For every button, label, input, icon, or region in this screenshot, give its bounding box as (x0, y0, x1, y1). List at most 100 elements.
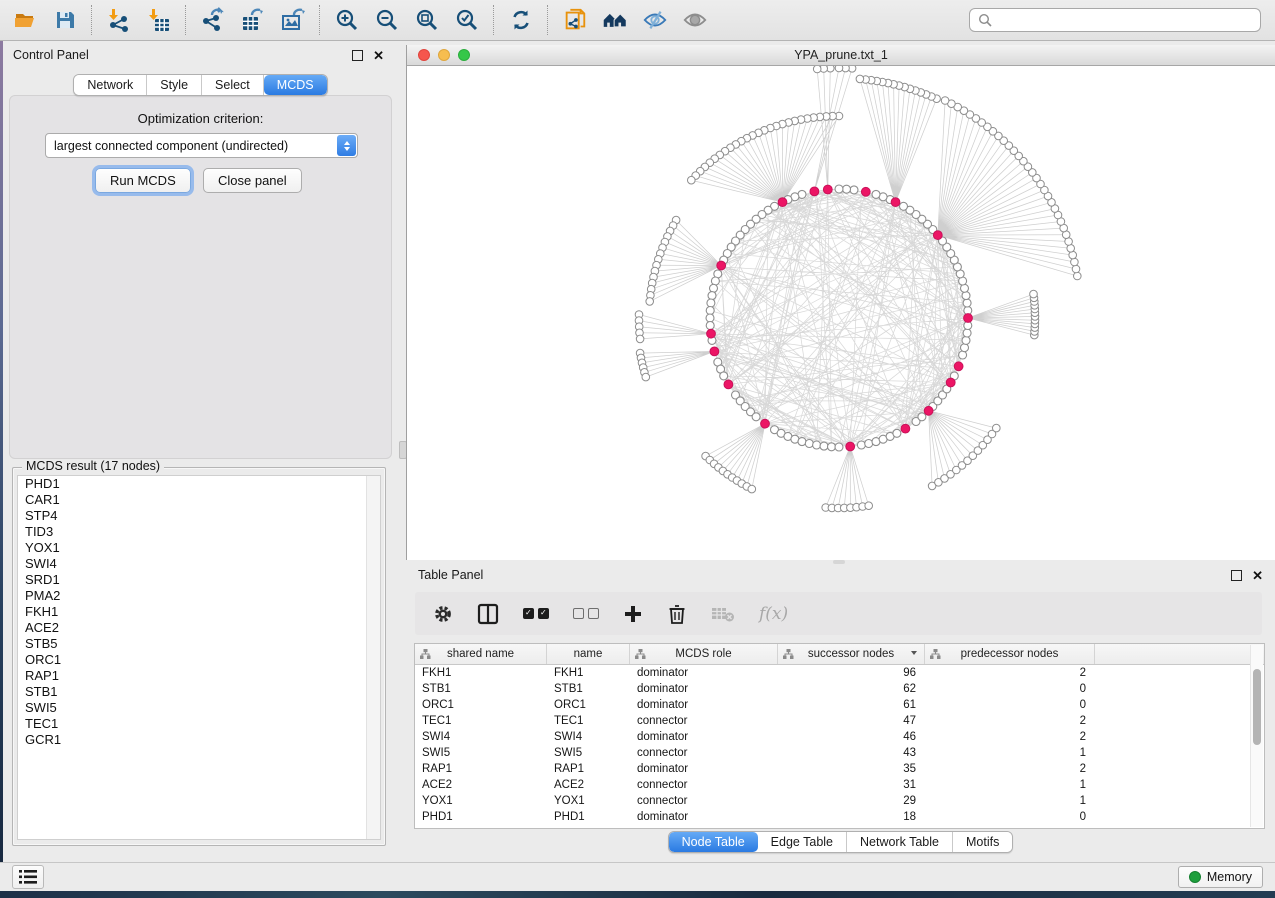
mcds-result-item[interactable]: TID3 (18, 524, 380, 540)
table-row[interactable]: FKH1FKH1dominator962 (415, 665, 1264, 681)
table-cell[interactable]: 62 (778, 683, 925, 695)
table-cell[interactable]: YOX1 (547, 795, 630, 807)
table-cell[interactable]: 47 (778, 715, 925, 727)
status-list-button[interactable] (12, 865, 44, 889)
table-cell[interactable]: 61 (778, 699, 925, 711)
mcds-result-item[interactable]: ACE2 (18, 620, 380, 636)
network-graph[interactable] (407, 66, 1274, 559)
table-cell[interactable]: TEC1 (415, 715, 547, 727)
table-row[interactable]: ORC1ORC1dominator610 (415, 697, 1264, 713)
table-cell[interactable]: dominator (630, 699, 778, 711)
node-table[interactable]: shared namenameMCDS rolesuccessor nodesp… (414, 643, 1265, 829)
mcds-result-item[interactable]: FKH1 (18, 604, 380, 620)
refresh-layout-icon[interactable] (508, 7, 534, 33)
table-cell[interactable]: STB1 (415, 683, 547, 695)
table-tab-motifs[interactable]: Motifs (953, 832, 1012, 852)
table-cell[interactable]: PHD1 (415, 811, 547, 823)
table-scrollbar-track[interactable] (1250, 645, 1263, 827)
table-cell[interactable]: ORC1 (415, 699, 547, 711)
table-row[interactable]: STB1STB1dominator620 (415, 681, 1264, 697)
table-cell[interactable]: connector (630, 715, 778, 727)
table-cell[interactable]: dominator (630, 811, 778, 823)
column-header-name[interactable]: name (547, 644, 630, 664)
mcds-result-item[interactable]: TEC1 (18, 716, 380, 732)
import-network-icon[interactable] (106, 7, 132, 33)
table-row[interactable]: YOX1YOX1connector291 (415, 793, 1264, 809)
zoom-fit-icon[interactable] (414, 7, 440, 33)
mcds-result-item[interactable]: PHD1 (18, 476, 380, 492)
mcds-result-item[interactable]: PMA2 (18, 588, 380, 604)
table-cell[interactable]: 1 (925, 747, 1095, 759)
zoom-selected-icon[interactable] (454, 7, 480, 33)
search-input[interactable] (998, 12, 1252, 28)
table-row[interactable]: SWI4SWI4dominator462 (415, 729, 1264, 745)
float-panel-icon[interactable] (352, 50, 363, 61)
table-cell[interactable]: 96 (778, 667, 925, 679)
table-tab-edge-table[interactable]: Edge Table (758, 832, 847, 852)
mcds-result-item[interactable]: STP4 (18, 508, 380, 524)
table-cell[interactable]: dominator (630, 683, 778, 695)
table-cell[interactable]: FKH1 (415, 667, 547, 679)
network-overview-icon[interactable] (602, 7, 628, 33)
mcds-list-scrollbar[interactable] (366, 476, 380, 839)
table-cell[interactable]: ACE2 (547, 779, 630, 791)
table-row[interactable]: RAP1RAP1dominator352 (415, 761, 1264, 777)
optimization-criterion-select[interactable]: largest connected component (undirected) (45, 133, 358, 158)
tab-select[interactable]: Select (202, 75, 264, 95)
run-mcds-button[interactable]: Run MCDS (95, 168, 191, 193)
table-cell[interactable]: connector (630, 795, 778, 807)
table-cell[interactable]: 43 (778, 747, 925, 759)
table-cell[interactable]: 0 (925, 811, 1095, 823)
hide-graphics-details-icon[interactable] (642, 7, 668, 33)
table-cell[interactable]: 29 (778, 795, 925, 807)
table-scrollbar-thumb[interactable] (1253, 669, 1261, 745)
table-cell[interactable]: dominator (630, 731, 778, 743)
add-column-icon[interactable] (623, 604, 643, 624)
horizontal-splitter-handle[interactable] (833, 560, 845, 564)
table-cell[interactable]: SWI4 (547, 731, 630, 743)
table-cell[interactable]: 1 (925, 779, 1095, 791)
table-row[interactable]: PHD1PHD1dominator180 (415, 809, 1264, 825)
table-cell[interactable]: SWI5 (547, 747, 630, 759)
zoom-out-icon[interactable] (374, 7, 400, 33)
tab-style[interactable]: Style (147, 75, 202, 95)
show-graphics-details-icon[interactable] (682, 7, 708, 33)
table-cell[interactable]: ACE2 (415, 779, 547, 791)
table-cell[interactable]: 0 (925, 699, 1095, 711)
close-panel-icon[interactable]: ✕ (1252, 569, 1263, 582)
save-session-icon[interactable] (52, 7, 78, 33)
network-canvas[interactable] (407, 66, 1274, 559)
tab-mcds[interactable]: MCDS (264, 75, 327, 95)
table-cell[interactable]: STB1 (547, 683, 630, 695)
table-row[interactable]: ACE2ACE2connector311 (415, 777, 1264, 793)
table-cell[interactable]: connector (630, 747, 778, 759)
deselect-all-icon[interactable] (573, 608, 599, 619)
table-cell[interactable]: dominator (630, 667, 778, 679)
tab-network[interactable]: Network (74, 75, 147, 95)
mcds-result-list[interactable]: PHD1CAR1STP4TID3YOX1SWI4SRD1PMA2FKH1ACE2… (17, 475, 381, 840)
table-cell[interactable]: RAP1 (547, 763, 630, 775)
column-layout-icon[interactable] (477, 603, 499, 625)
mcds-result-item[interactable]: CAR1 (18, 492, 380, 508)
close-panel-icon[interactable]: ✕ (373, 49, 384, 62)
mcds-result-item[interactable]: SWI5 (18, 700, 380, 716)
column-header-shared-name[interactable]: shared name (415, 644, 547, 664)
table-cell[interactable]: 2 (925, 715, 1095, 727)
search-field[interactable] (969, 8, 1261, 32)
table-cell[interactable]: FKH1 (547, 667, 630, 679)
table-cell[interactable]: TEC1 (547, 715, 630, 727)
table-cell[interactable]: ORC1 (547, 699, 630, 711)
zoom-in-icon[interactable] (334, 7, 360, 33)
mcds-result-item[interactable]: RAP1 (18, 668, 380, 684)
mcds-result-item[interactable]: SRD1 (18, 572, 380, 588)
table-cell[interactable]: 0 (925, 683, 1095, 695)
table-cell[interactable]: 31 (778, 779, 925, 791)
select-all-icon[interactable] (523, 608, 549, 619)
table-cell[interactable]: connector (630, 779, 778, 791)
close-panel-button[interactable]: Close panel (203, 168, 302, 193)
export-network-icon[interactable] (200, 7, 226, 33)
table-cell[interactable]: 2 (925, 731, 1095, 743)
table-cell[interactable]: YOX1 (415, 795, 547, 807)
new-network-from-selection-icon[interactable] (562, 7, 588, 33)
table-cell[interactable]: SWI5 (415, 747, 547, 759)
